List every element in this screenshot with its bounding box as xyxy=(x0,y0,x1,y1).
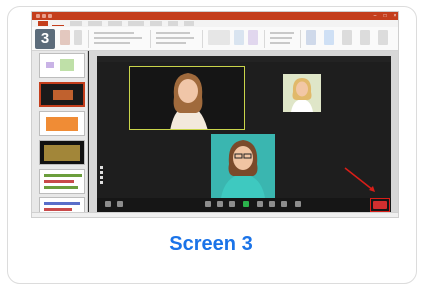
select-button[interactable] xyxy=(270,42,290,44)
video-tile-participant[interactable] xyxy=(283,74,321,112)
save-icon[interactable] xyxy=(36,14,40,18)
status-bar xyxy=(32,212,398,217)
arrow-annotation-icon xyxy=(344,167,375,192)
tab[interactable] xyxy=(150,21,162,26)
security-icon[interactable] xyxy=(205,201,211,207)
font-selector[interactable] xyxy=(94,32,134,34)
tab[interactable] xyxy=(108,21,122,26)
reactions-icon[interactable] xyxy=(269,201,275,207)
ribbon-divider xyxy=(88,30,89,48)
end-button-highlight-box xyxy=(370,198,390,212)
screen-caption: Screen 3 xyxy=(169,233,253,255)
slide-thumbnail-selected[interactable] xyxy=(39,82,85,107)
slide-thumbnail[interactable] xyxy=(39,140,85,165)
screen-number-badge: 3 xyxy=(35,29,55,49)
tab-file[interactable] xyxy=(38,21,48,26)
participant-video xyxy=(130,67,244,129)
participant-video xyxy=(283,74,321,112)
tab-selected[interactable] xyxy=(52,21,64,26)
add-in-icon[interactable] xyxy=(342,30,352,45)
new-slide-icon[interactable] xyxy=(60,30,70,45)
zoom-meeting-slide[interactable] xyxy=(97,56,391,214)
ribbon-tabs xyxy=(32,20,398,27)
participant-video xyxy=(211,134,275,198)
record-icon[interactable] xyxy=(257,201,263,207)
font-format-row[interactable] xyxy=(94,37,142,39)
share-screen-icon[interactable] xyxy=(243,201,249,207)
slide-thumbnail[interactable] xyxy=(39,111,85,136)
ribbon-divider xyxy=(264,30,265,48)
paragraph-row[interactable] xyxy=(156,42,186,44)
slide-thumbnail[interactable] xyxy=(39,53,85,78)
slide-editing-area xyxy=(89,51,398,217)
arrange-icon[interactable] xyxy=(234,30,244,45)
font-color-row[interactable] xyxy=(94,42,130,44)
designer-icon[interactable] xyxy=(324,30,334,45)
apps-icon[interactable] xyxy=(281,201,287,207)
tab[interactable] xyxy=(70,21,82,26)
redo-icon[interactable] xyxy=(48,14,52,18)
video-tile-participant[interactable] xyxy=(211,134,275,198)
chat-icon[interactable] xyxy=(229,201,235,207)
paragraph-row[interactable] xyxy=(156,37,194,39)
ribbon-icon[interactable] xyxy=(378,30,388,45)
dictate-icon[interactable] xyxy=(306,30,316,45)
minimize-icon[interactable]: – xyxy=(372,13,378,19)
video-tile-active-speaker[interactable] xyxy=(129,66,245,130)
find-button[interactable] xyxy=(270,32,294,34)
ribbon-divider xyxy=(300,30,301,48)
slide-thumbnail[interactable] xyxy=(39,169,85,194)
mute-icon[interactable] xyxy=(105,201,111,207)
quick-styles-icon[interactable] xyxy=(248,30,258,45)
side-control-icons xyxy=(100,166,105,188)
tab[interactable] xyxy=(168,21,178,26)
tab[interactable] xyxy=(128,21,144,26)
participants-icon[interactable] xyxy=(217,201,223,207)
more-icon[interactable] xyxy=(295,201,301,207)
powerpoint-titlebar: – □ × xyxy=(32,12,398,20)
undo-icon[interactable] xyxy=(42,14,46,18)
screenshot-powerpoint-zoom: – □ × 3 xyxy=(31,11,399,218)
ribbon-divider xyxy=(202,30,203,48)
tab[interactable] xyxy=(88,21,102,26)
slide-thumbnail-pane xyxy=(32,51,88,217)
tab[interactable] xyxy=(184,21,194,26)
close-icon[interactable]: × xyxy=(392,13,398,19)
shapes-gallery[interactable] xyxy=(208,30,230,45)
ribbon-icon[interactable] xyxy=(360,30,370,45)
ribbon-divider xyxy=(150,30,151,48)
paragraph-row[interactable] xyxy=(156,32,190,34)
video-icon[interactable] xyxy=(117,201,123,207)
zoom-header-bar xyxy=(97,56,391,62)
replace-button[interactable] xyxy=(270,37,292,39)
layout-icon[interactable] xyxy=(74,30,82,45)
ribbon: 3 xyxy=(32,27,398,51)
maximize-icon[interactable]: □ xyxy=(382,13,388,19)
